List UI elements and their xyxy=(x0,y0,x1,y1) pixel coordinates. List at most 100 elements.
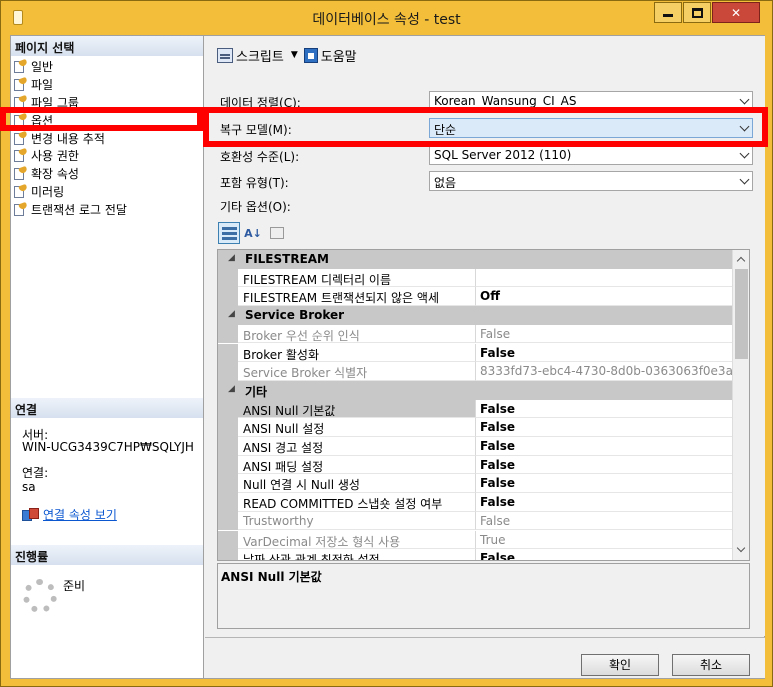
grid-property-row[interactable]: ANSI 패딩 설정 False xyxy=(218,455,732,475)
collapse-icon[interactable]: ◢ xyxy=(228,309,235,319)
grid-property-name: READ COMMITTED 스냅숏 설정 여부 xyxy=(238,493,476,512)
scroll-down-icon[interactable] xyxy=(736,543,746,553)
grid-category-row[interactable]: ◢ Service Broker xyxy=(218,306,732,325)
compat-level-select[interactable]: SQL Server 2012 (110) xyxy=(429,145,753,165)
grid-property-row[interactable]: Service Broker 식별자 8333fd73-ebc4-4730-8d0… xyxy=(218,362,732,381)
grid-margin xyxy=(218,549,238,560)
property-grid: ◢ FILESTREAM FILESTREAM 디렉터리 이름 FILESTREAM … xyxy=(217,249,750,561)
grid-property-value[interactable]: False xyxy=(476,474,732,494)
grid-property-name: Service Broker 식별자 xyxy=(238,362,476,381)
grid-property-row[interactable]: 날짜 상관 관계 최적화 설정 False xyxy=(218,549,732,560)
grid-property-row[interactable]: FILESTREAM 디렉터리 이름 xyxy=(218,268,732,288)
grid-property-value[interactable]: False xyxy=(476,437,732,456)
grid-property-row[interactable]: Trustworthy False xyxy=(218,511,732,531)
page-item[interactable]: 트랜잭션 로그 전달 xyxy=(14,200,202,218)
grid-property-value[interactable]: False xyxy=(476,456,732,475)
help-button[interactable]: 도움말 xyxy=(303,46,357,65)
progress-status: 준비 xyxy=(63,579,86,593)
page-item[interactable]: 파일 xyxy=(14,76,202,94)
collation-select[interactable]: Korean_Wansung_CI_AS xyxy=(429,91,753,111)
grid-property-name: ANSI Null 기본값 xyxy=(238,399,476,419)
grid-property-row[interactable]: Broker 우선 순위 인식 False xyxy=(218,324,732,344)
collation-value: Korean_Wansung_CI_AS xyxy=(434,94,577,108)
compat-level-label: 호환성 수준(L): xyxy=(220,150,300,164)
grid-property-name: Broker 활성화 xyxy=(238,343,476,363)
grid-margin xyxy=(218,511,238,531)
grid-property-value[interactable]: False xyxy=(476,549,732,560)
page-item[interactable]: 옵션 xyxy=(14,111,202,129)
grid-property-row[interactable]: FILESTREAM 트랜잭션되지 않은 액세 Off xyxy=(218,287,732,307)
dialog-window: 데이터베이스 속성 - test ✕ 페이지 선택 일반 파일 파일 그룹 옵션 변경 … xyxy=(0,0,773,687)
grid-property-row[interactable]: ANSI Null 설정 False xyxy=(218,418,732,437)
collapse-icon[interactable]: ◢ xyxy=(228,253,235,263)
right-pane: 스크립트 ▼ 도움말 데이터 정렬(C): Korean_Wansung_CI_… xyxy=(205,36,765,636)
minimize-button[interactable] xyxy=(654,2,682,23)
grid-property-value: True xyxy=(476,531,732,550)
containment-value: 없음 xyxy=(434,176,457,190)
property-pages-button[interactable] xyxy=(266,222,288,244)
categorized-button[interactable] xyxy=(218,222,240,244)
grid-property-name: Broker 우선 순위 인식 xyxy=(238,324,476,344)
cancel-button[interactable]: 취소 xyxy=(672,654,750,676)
page-item[interactable]: 파일 그룹 xyxy=(14,94,202,112)
page-icon xyxy=(14,201,28,216)
scrollbar-thumb[interactable] xyxy=(735,269,748,359)
grid-property-name: ANSI 패딩 설정 xyxy=(238,455,476,475)
help-label: 도움말 xyxy=(320,49,357,65)
collation-label: 데이터 정렬(C): xyxy=(220,96,301,110)
chevron-down-icon xyxy=(739,174,750,185)
grid-property-name: VarDecimal 저장소 형식 사용 xyxy=(238,530,476,550)
page-item-label: 트랜잭션 로그 전달 xyxy=(31,202,127,217)
view-connection-link[interactable]: 연결 속성 보기 xyxy=(43,508,117,522)
page-item[interactable]: 확장 속성 xyxy=(14,165,202,183)
dialog-client: 페이지 선택 일반 파일 파일 그룹 옵션 변경 내용 추적 사용 권한 확장 속성 미러링 트… xyxy=(10,35,765,679)
script-button[interactable]: 스크립트 ▼ xyxy=(217,46,304,65)
grid-property-value[interactable] xyxy=(476,269,732,288)
scroll-up-icon[interactable] xyxy=(736,256,746,266)
ok-button[interactable]: 확인 xyxy=(581,654,659,676)
grid-property-row[interactable]: Null 연결 시 Null 생성 False xyxy=(218,474,732,494)
view-connection-properties[interactable]: 연결 속성 보기 xyxy=(22,508,117,522)
recovery-model-label: 복구 모델(M): xyxy=(220,123,292,137)
script-dropdown-icon[interactable]: ▼ xyxy=(291,50,298,60)
title-bar[interactable]: 데이터베이스 속성 - test ✕ xyxy=(1,1,772,35)
categorized-icon xyxy=(221,226,237,240)
close-button[interactable]: ✕ xyxy=(712,2,760,23)
grid-margin xyxy=(218,268,238,288)
grid-property-value[interactable]: Off xyxy=(476,287,732,307)
grid-property-row[interactable]: READ COMMITTED 스냅숏 설정 여부 False xyxy=(218,493,732,512)
toolbar: 스크립트 ▼ 도움말 xyxy=(217,44,357,66)
grid-property-value[interactable]: False xyxy=(476,344,732,363)
grid-category-row[interactable]: ◢ FILESTREAM xyxy=(218,250,732,269)
grid-property-value[interactable]: False xyxy=(476,400,732,419)
grid-property-row[interactable]: ANSI Null 기본값 False xyxy=(218,399,732,419)
grid-category-label: FILESTREAM xyxy=(245,252,329,266)
alphabetical-button[interactable]: A↓ xyxy=(242,222,264,244)
grid-category-label: Service Broker xyxy=(245,308,345,323)
grid-category-row[interactable]: ◢ 기타 xyxy=(218,380,732,400)
page-icon xyxy=(14,112,28,127)
page-list: 일반 파일 파일 그룹 옵션 변경 내용 추적 사용 권한 확장 속성 미러링트랜잭션 로그 … xyxy=(14,58,202,218)
page-icon xyxy=(14,148,28,163)
page-icon xyxy=(14,59,28,74)
collapse-icon[interactable]: ◢ xyxy=(228,384,235,394)
recovery-model-select[interactable]: 단순 xyxy=(429,118,753,138)
grid-margin xyxy=(218,324,238,344)
left-pane: 페이지 선택 일반 파일 파일 그룹 옵션 변경 내용 추적 사용 권한 확장 속성 미러링 트… xyxy=(11,36,204,678)
page-item[interactable]: 사용 권한 xyxy=(14,147,202,165)
progress-header: 진행률 xyxy=(11,545,203,565)
containment-select[interactable]: 없음 xyxy=(429,171,753,191)
maximize-button[interactable] xyxy=(683,2,711,23)
grid-property-row[interactable]: ANSI 경고 설정 False xyxy=(218,437,732,456)
page-item-label: 미러링 xyxy=(31,184,65,199)
page-icon xyxy=(14,165,28,181)
property-grid-scrollbar[interactable] xyxy=(732,250,749,560)
grid-property-row[interactable]: Broker 활성화 False xyxy=(218,343,732,363)
maximize-icon xyxy=(691,7,703,18)
grid-property-value[interactable]: False xyxy=(476,493,732,512)
grid-property-row[interactable]: VarDecimal 저장소 형식 사용 True xyxy=(218,530,732,550)
page-item[interactable]: 미러링 xyxy=(14,183,202,201)
grid-property-value[interactable]: False xyxy=(476,418,732,437)
page-item[interactable]: 일반 xyxy=(14,58,202,76)
page-item[interactable]: 변경 내용 추적 xyxy=(14,129,202,147)
